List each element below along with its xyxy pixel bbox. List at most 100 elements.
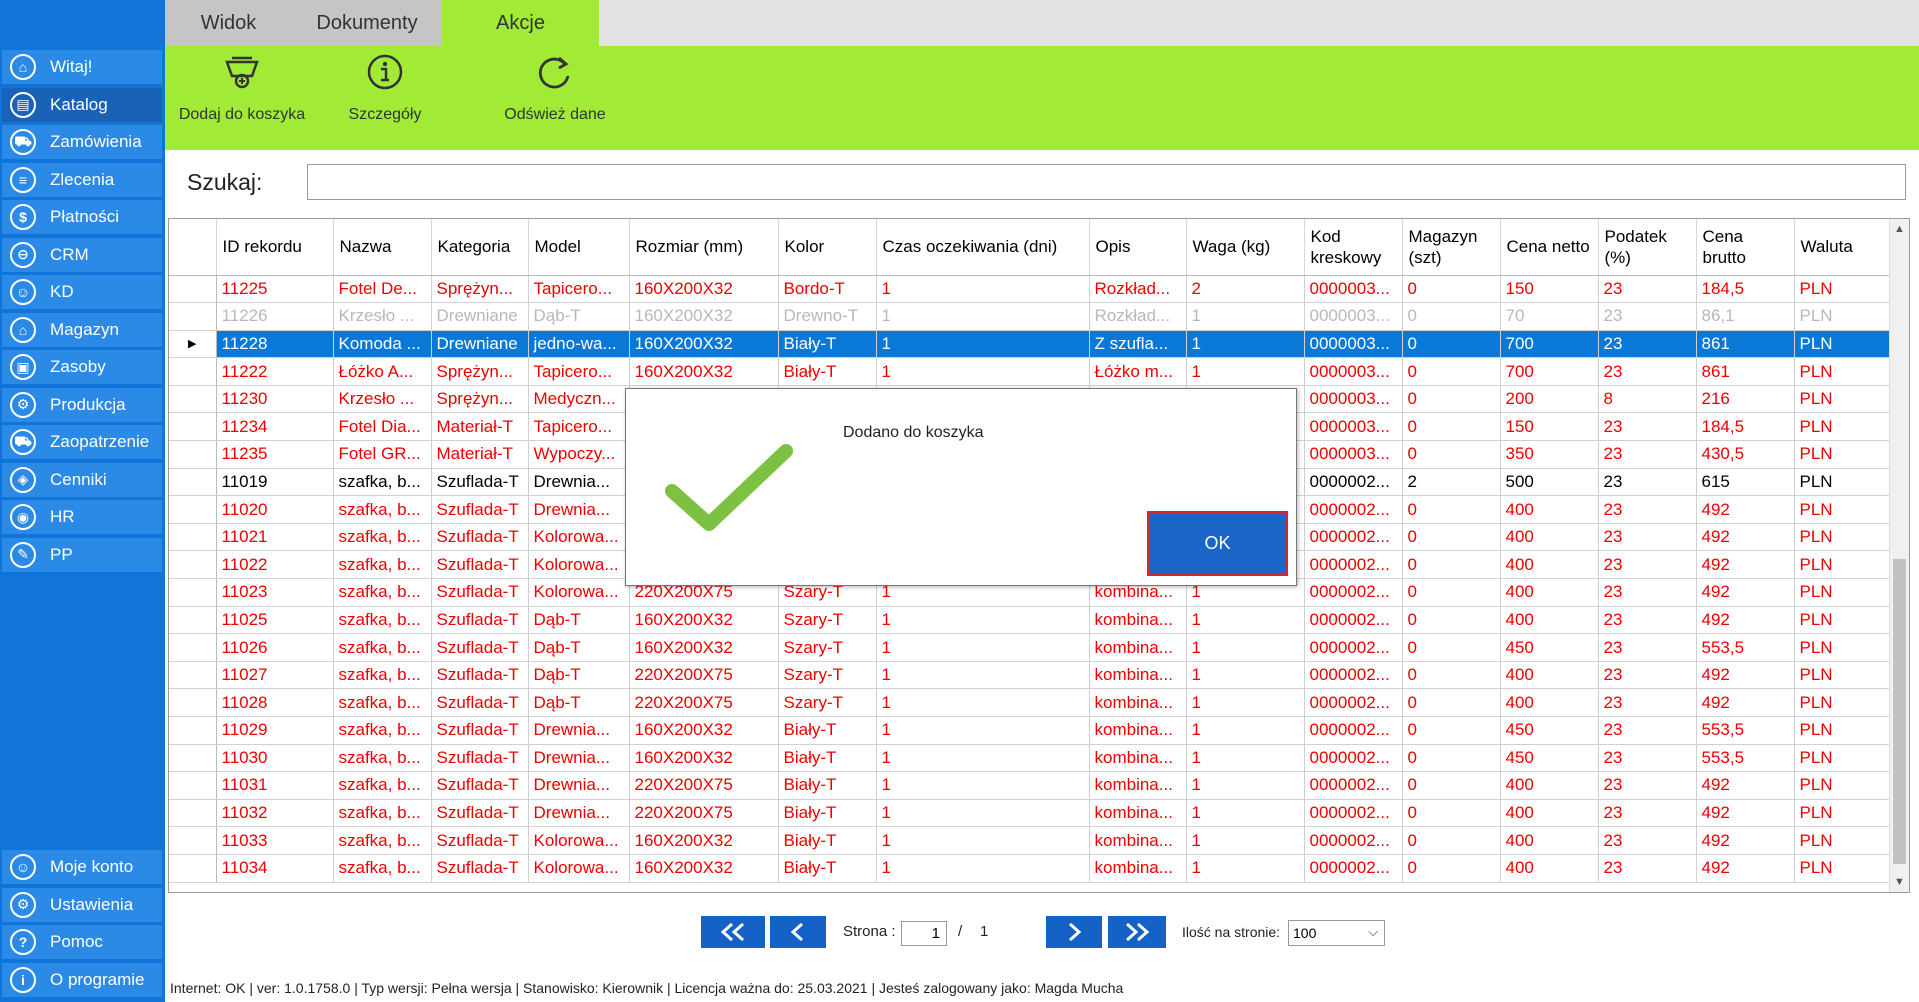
table-cell[interactable]: 23 — [1598, 495, 1697, 524]
sidebar-item-crm[interactable]: ⊖ CRM — [2, 237, 162, 272]
table-cell[interactable]: 0 — [1402, 440, 1501, 469]
table-row[interactable]: 11222 Łóżko A... Sprężyn... Tapicero... 160X… — [169, 357, 1892, 386]
table-cell[interactable]: Sprężyn... — [431, 357, 529, 386]
table-cell[interactable]: Szuflada-T — [431, 799, 529, 828]
table-cell[interactable]: 11027 — [216, 661, 334, 690]
row-header[interactable] — [169, 826, 217, 855]
table-cell[interactable]: 400 — [1500, 799, 1599, 828]
table-cell[interactable]: 400 — [1500, 550, 1599, 580]
table-cell[interactable]: 0 — [1402, 357, 1501, 386]
table-cell[interactable]: 0 — [1402, 550, 1501, 580]
row-header[interactable] — [169, 799, 217, 828]
table-cell[interactable]: 492 — [1696, 661, 1795, 690]
table-cell[interactable]: 0000002... — [1304, 688, 1403, 717]
table-cell[interactable]: kombina... — [1089, 633, 1187, 662]
table-cell[interactable]: szafka, b... — [333, 716, 432, 745]
table-cell[interactable]: 160X200X32 — [629, 302, 779, 331]
sidebar-item-katalog[interactable]: ▤ Katalog — [2, 87, 162, 122]
sidebar-item-moje-konto[interactable]: ☺ Moje konto — [2, 850, 162, 884]
tab-widok[interactable]: Widok — [165, 0, 292, 46]
table-cell[interactable]: 220X200X75 — [629, 688, 779, 717]
table-cell[interactable]: 23 — [1598, 330, 1697, 359]
table-cell[interactable]: Drewno-T — [778, 302, 877, 331]
row-header[interactable] — [169, 440, 217, 469]
sidebar-item-p-atno-ci[interactable]: $ Płatności — [2, 200, 162, 234]
scroll-down-icon[interactable]: ▼ — [1890, 872, 1909, 892]
table-cell[interactable]: 70 — [1500, 302, 1599, 331]
table-cell[interactable]: 450 — [1500, 633, 1599, 662]
table-cell[interactable]: 1 — [876, 688, 1090, 717]
table-cell[interactable]: 0 — [1402, 688, 1501, 717]
tab-dokumenty[interactable]: Dokumenty — [292, 0, 442, 46]
table-cell[interactable]: Biały-T — [778, 854, 877, 883]
table-cell[interactable]: Drewnia... — [528, 771, 630, 800]
table-cell[interactable]: Sprężyn... — [431, 275, 529, 304]
table-cell[interactable]: 400 — [1500, 606, 1599, 635]
first-page-button[interactable] — [701, 916, 765, 948]
page-number-input[interactable] — [901, 921, 947, 946]
table-cell[interactable]: 1 — [876, 799, 1090, 828]
table-cell[interactable]: Szary-T — [778, 661, 877, 690]
table-cell[interactable]: Szuflada-T — [431, 606, 529, 635]
table-cell[interactable]: Komoda ... — [333, 330, 432, 359]
table-cell[interactable]: 11226 — [216, 302, 334, 331]
table-cell[interactable]: 184,5 — [1696, 412, 1795, 442]
table-cell[interactable]: szafka, b... — [333, 854, 432, 883]
table-cell[interactable]: Kolorowa... — [528, 826, 630, 855]
table-cell[interactable]: 160X200X32 — [629, 826, 779, 855]
table-cell[interactable]: 492 — [1696, 495, 1795, 524]
table-cell[interactable]: szafka, b... — [333, 799, 432, 828]
table-cell[interactable]: 0000002... — [1304, 633, 1403, 662]
table-cell[interactable]: 0 — [1402, 606, 1501, 635]
table-row[interactable]: 11033 szafka, b... Szuflada-T Kolorowa... 16… — [169, 826, 1892, 855]
table-cell[interactable]: PLN — [1794, 716, 1892, 745]
sidebar-item-zam-wienia[interactable]: ⛟ Zamówienia — [2, 125, 162, 159]
ok-button[interactable]: OK — [1147, 511, 1288, 576]
table-cell[interactable]: 220X200X75 — [629, 799, 779, 828]
table-cell[interactable]: 1 — [876, 661, 1090, 690]
table-cell[interactable]: Łóżko m... — [1089, 357, 1187, 386]
sidebar-item-zlecenia[interactable]: ≡ Zlecenia — [2, 162, 162, 197]
column-header[interactable]: Opis — [1089, 219, 1187, 276]
table-cell[interactable]: PLN — [1794, 302, 1892, 331]
row-header[interactable] — [169, 385, 217, 414]
table-cell[interactable]: 23 — [1598, 523, 1697, 552]
table-cell[interactable]: 23 — [1598, 357, 1697, 386]
table-cell[interactable]: 160X200X32 — [629, 854, 779, 883]
table-cell[interactable]: kombina... — [1089, 716, 1187, 745]
table-cell[interactable]: 11019 — [216, 468, 334, 497]
table-cell[interactable]: 11230 — [216, 385, 334, 414]
sidebar-item-magazyn[interactable]: ⌂ Magazyn — [2, 312, 162, 347]
table-cell[interactable]: 1 — [1186, 771, 1305, 800]
table-cell[interactable]: 23 — [1598, 771, 1697, 800]
table-cell[interactable]: 0000003... — [1304, 275, 1403, 304]
table-row[interactable]: 11226 Krzesło ... Drewniane Dąb-T 160X200X32… — [169, 302, 1892, 331]
table-cell[interactable]: 1 — [1186, 661, 1305, 690]
table-cell[interactable]: szafka, b... — [333, 688, 432, 717]
table-cell[interactable]: PLN — [1794, 826, 1892, 855]
table-cell[interactable]: 11031 — [216, 771, 334, 800]
table-cell[interactable]: Dąb-T — [528, 661, 630, 690]
column-header[interactable]: Podatek (%) — [1598, 219, 1697, 276]
table-cell[interactable]: 0000003... — [1304, 357, 1403, 386]
table-cell[interactable]: 23 — [1598, 468, 1697, 497]
table-cell[interactable]: jedno-wa... — [528, 330, 630, 359]
table-cell[interactable]: 0 — [1402, 330, 1501, 359]
table-cell[interactable]: 0 — [1402, 523, 1501, 552]
table-cell[interactable]: 150 — [1500, 275, 1599, 304]
table-cell[interactable]: 0000003... — [1304, 302, 1403, 331]
table-cell[interactable]: 160X200X32 — [629, 330, 779, 359]
table-cell[interactable]: 450 — [1500, 716, 1599, 745]
table-cell[interactable]: 553,5 — [1696, 744, 1795, 773]
table-cell[interactable]: 492 — [1696, 578, 1795, 607]
table-cell[interactable]: 0000002... — [1304, 550, 1403, 580]
table-cell[interactable]: PLN — [1794, 771, 1892, 800]
column-header[interactable]: Kod kreskowy — [1304, 219, 1403, 276]
table-cell[interactable]: szafka, b... — [333, 633, 432, 662]
table-cell[interactable]: 1 — [1186, 854, 1305, 883]
table-cell[interactable]: 11022 — [216, 550, 334, 580]
table-cell[interactable]: 492 — [1696, 799, 1795, 828]
sidebar-item-zasoby[interactable]: ▣ Zasoby — [2, 350, 162, 384]
table-cell[interactable]: Materiał-T — [431, 412, 529, 442]
table-cell[interactable]: 1 — [876, 716, 1090, 745]
